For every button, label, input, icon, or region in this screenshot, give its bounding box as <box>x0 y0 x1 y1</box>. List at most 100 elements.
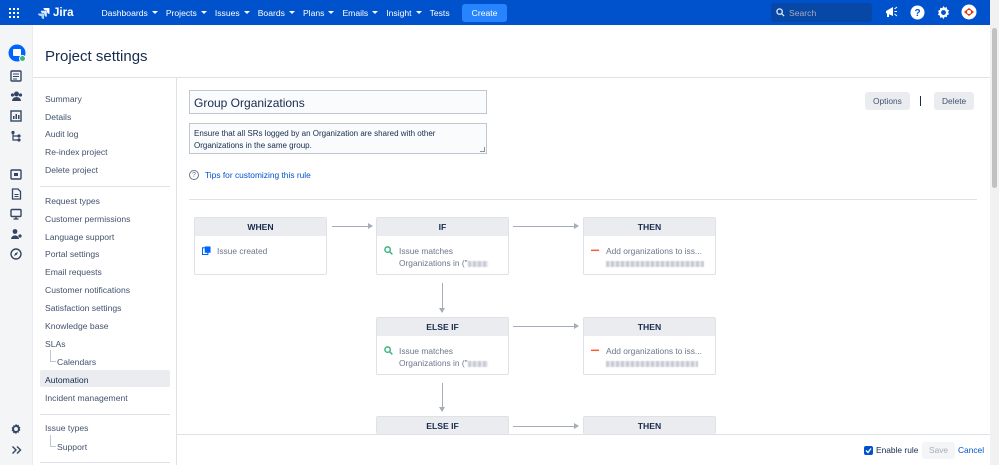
delete-button[interactable]: Delete <box>934 92 975 110</box>
nav-plans-label: Plans <box>302 7 325 18</box>
flow-arrow <box>513 323 579 329</box>
nav-projects[interactable]: Projects <box>166 8 207 18</box>
nav-insight-label: Insight <box>386 7 412 18</box>
sidebar-item-calendars[interactable]: Calendars <box>49 350 96 367</box>
nav-tests[interactable]: Tests <box>430 8 450 18</box>
sidebar-item-audit-log[interactable]: Audit log <box>45 129 78 139</box>
document-icon[interactable] <box>9 187 23 201</box>
page-scrollbar[interactable] <box>990 0 999 465</box>
nav-issues[interactable]: Issues <box>215 8 250 18</box>
create-button[interactable]: Create <box>461 3 508 22</box>
search-icon <box>384 246 393 255</box>
cancel-button[interactable]: Cancel <box>958 445 984 455</box>
jira-logo-text: Jira <box>53 6 74 19</box>
sidebar-item-email-requests[interactable]: Email requests <box>45 267 102 277</box>
else-if-card-body: Issue matches Organizations in (" <box>377 336 508 374</box>
nav-boards[interactable]: Boards <box>258 8 295 18</box>
settings-sidebar: Summary Details Audit log Re-index proje… <box>33 78 177 465</box>
rule-description-textarea[interactable]: Ensure that all SRs logged by an Organiz… <box>189 123 487 154</box>
nav-dashboards[interactable]: Dashboards <box>101 8 158 18</box>
hierarchy-icon[interactable] <box>9 129 23 143</box>
search-icon <box>776 8 785 17</box>
search-box[interactable] <box>771 3 872 22</box>
jira-logo[interactable]: Jira <box>38 7 73 19</box>
sidebar-item-delete-project[interactable]: Delete project <box>45 165 98 175</box>
flow-arrow <box>513 223 579 229</box>
nav-boards-label: Boards <box>257 7 285 18</box>
save-button[interactable]: Save <box>922 442 956 459</box>
sidebar-item-language-support[interactable]: Language support <box>45 232 114 242</box>
app-switcher-icon[interactable] <box>9 7 19 18</box>
gear-icon[interactable] <box>935 4 951 20</box>
sidebar-item-knowledge-base[interactable]: Knowledge base <box>45 321 109 331</box>
nav-insight[interactable]: Insight <box>386 7 422 18</box>
sidebar-item-satisfaction-settings[interactable]: Satisfaction settings <box>45 303 121 313</box>
flow-arrow <box>439 383 445 412</box>
flow-arrow <box>513 423 579 429</box>
user-avatar[interactable] <box>961 4 977 20</box>
settings-gear-icon[interactable] <box>9 422 23 436</box>
project-avatar[interactable] <box>8 44 26 62</box>
enable-rule-label: Enable rule <box>876 445 919 455</box>
nav-plans[interactable]: Plans <box>303 8 335 18</box>
chevron-down-icon <box>243 11 250 14</box>
search-input[interactable] <box>789 7 859 18</box>
redacted-text <box>467 360 488 367</box>
else-if-card-line2-row: Organizations in (" <box>399 357 501 369</box>
chevron-down-icon <box>151 11 158 14</box>
options-button[interactable]: Options <box>865 92 910 110</box>
if-card[interactable]: IF Issue matches Organizations in (" <box>376 217 509 275</box>
nav-emails-label: Emails <box>342 7 369 18</box>
question-circle-icon: ? <box>189 170 199 180</box>
rule-name-input[interactable]: Group Organizations <box>189 90 487 114</box>
chevron-down-icon <box>328 11 335 14</box>
monitor-icon[interactable] <box>9 207 23 221</box>
expand-sidebar-icon[interactable] <box>9 443 23 457</box>
enable-rule-checkbox[interactable]: Enable rule <box>864 445 918 455</box>
scrollbar-thumb[interactable] <box>992 28 997 188</box>
sidebar-item-summary[interactable]: Summary <box>45 94 82 104</box>
add-person-icon[interactable] <box>9 227 23 241</box>
sidebar-item-incident-management[interactable]: Incident management <box>45 393 128 403</box>
sidebar-item-request-types[interactable]: Request types <box>45 196 100 206</box>
then-card[interactable]: THEN <box>583 416 716 434</box>
flow-arrow <box>332 223 373 229</box>
sidebar-item-automation[interactable]: Automation <box>45 375 88 385</box>
else-if-card-line2: Organizations in (" <box>399 358 468 368</box>
else-if-card-line1: Issue matches <box>399 346 453 356</box>
help-icon[interactable]: ? <box>909 4 925 20</box>
checkbox-checked-icon <box>864 445 873 455</box>
then-card-header: THEN <box>584 218 715 236</box>
resize-handle-icon[interactable] <box>480 147 485 152</box>
else-if-card-header: ELSE IF <box>377 318 508 336</box>
sidebar-item-reindex-project[interactable]: Re-index project <box>45 147 108 157</box>
issue-copy-icon <box>202 246 211 255</box>
nav-emails[interactable]: Emails <box>342 7 379 18</box>
then-card-header: THEN <box>584 417 715 434</box>
else-if-card[interactable]: ELSE IF Issue matches Organizations in (… <box>376 317 509 375</box>
compass-icon[interactable] <box>9 247 23 261</box>
sidebar-item-issue-types[interactable]: Issue types <box>45 423 88 433</box>
people-icon[interactable] <box>9 89 23 103</box>
sidebar-item-details[interactable]: Details <box>45 112 71 122</box>
sidebar-item-customer-permissions[interactable]: Customer permissions <box>45 214 130 224</box>
queue-icon[interactable] <box>9 167 23 181</box>
reports-icon[interactable] <box>9 109 23 123</box>
sidebar-item-portal-settings[interactable]: Portal settings <box>45 249 99 259</box>
sidebar-item-customer-notifications[interactable]: Customer notifications <box>45 285 130 295</box>
then-card-line1: Add organizations to iss... <box>606 346 702 356</box>
rule-description-text: Ensure that all SRs logged by an Organiz… <box>194 129 436 150</box>
page-title: Project settings <box>45 48 148 65</box>
sidebar-item-slas[interactable]: SLAs <box>45 339 66 349</box>
nav-projects-label: Projects <box>165 7 197 18</box>
then-card[interactable]: THEN Add organizations to iss... <box>583 317 716 375</box>
tips-link[interactable]: ? Tips for customizing this rule <box>189 170 311 180</box>
button-separator <box>920 96 921 106</box>
when-card[interactable]: WHEN Issue created <box>194 217 327 275</box>
else-if-card[interactable]: ELSE IF <box>376 416 509 434</box>
board-icon[interactable] <box>9 69 23 83</box>
megaphone-icon[interactable] <box>883 4 899 20</box>
sidebar-item-support[interactable]: Support <box>49 435 87 452</box>
then-card[interactable]: THEN Add organizations to iss... <box>583 217 716 275</box>
sidebar-divider <box>40 186 170 187</box>
